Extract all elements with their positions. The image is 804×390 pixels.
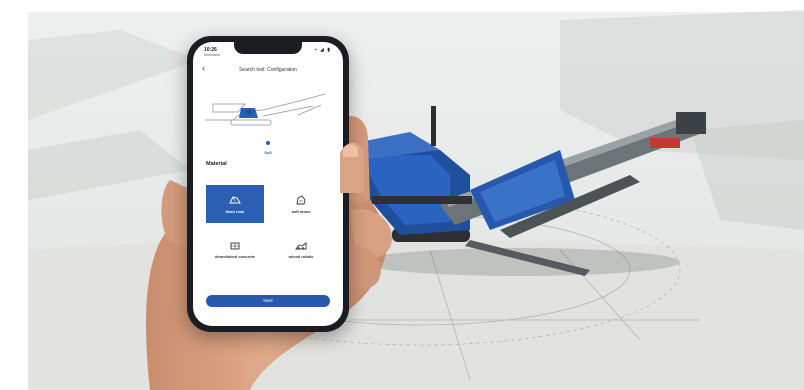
material-label: Hard rock bbox=[225, 209, 245, 214]
material-option-soft-stone[interactable]: soft stone bbox=[272, 185, 330, 223]
quarry-background bbox=[0, 0, 804, 390]
hard-rock-icon bbox=[229, 196, 241, 204]
rubble-icon bbox=[295, 242, 307, 250]
material-option-mixed-rubble[interactable]: mixed rubble bbox=[272, 235, 330, 273]
status-icons: ▪ ◢ ▮ bbox=[314, 47, 331, 53]
material-label: soft stone bbox=[291, 209, 311, 214]
phone-notch bbox=[234, 42, 302, 54]
pager-dot-active bbox=[266, 141, 270, 145]
page-title: Search tool: Configuration bbox=[239, 67, 297, 73]
machine-outline-illustration bbox=[205, 93, 326, 126]
status-carrier: Kleemann bbox=[204, 53, 220, 57]
step-label: Soil bbox=[264, 150, 272, 155]
material-option-hard-rock[interactable]: Hard rock bbox=[206, 185, 264, 223]
material-label: mixed rubble bbox=[288, 254, 314, 259]
smartphone: 10:26 Kleemann ▪ ◢ ▮ ‹ Search tool: Conf… bbox=[187, 36, 349, 332]
marketing-scene: 10:26 Kleemann ▪ ◢ ▮ ‹ Search tool: Conf… bbox=[0, 0, 804, 390]
demolition-icon bbox=[230, 242, 240, 250]
phone-screen: 10:26 Kleemann ▪ ◢ ▮ ‹ Search tool: Conf… bbox=[193, 42, 343, 326]
thumb bbox=[340, 142, 364, 193]
next-button[interactable]: Next bbox=[206, 295, 330, 307]
material-label: demolished concrete bbox=[214, 254, 255, 259]
section-title: Material bbox=[206, 161, 227, 167]
soft-stone-icon bbox=[296, 195, 306, 205]
material-option-demolished-concrete[interactable]: demolished concrete bbox=[206, 235, 264, 273]
